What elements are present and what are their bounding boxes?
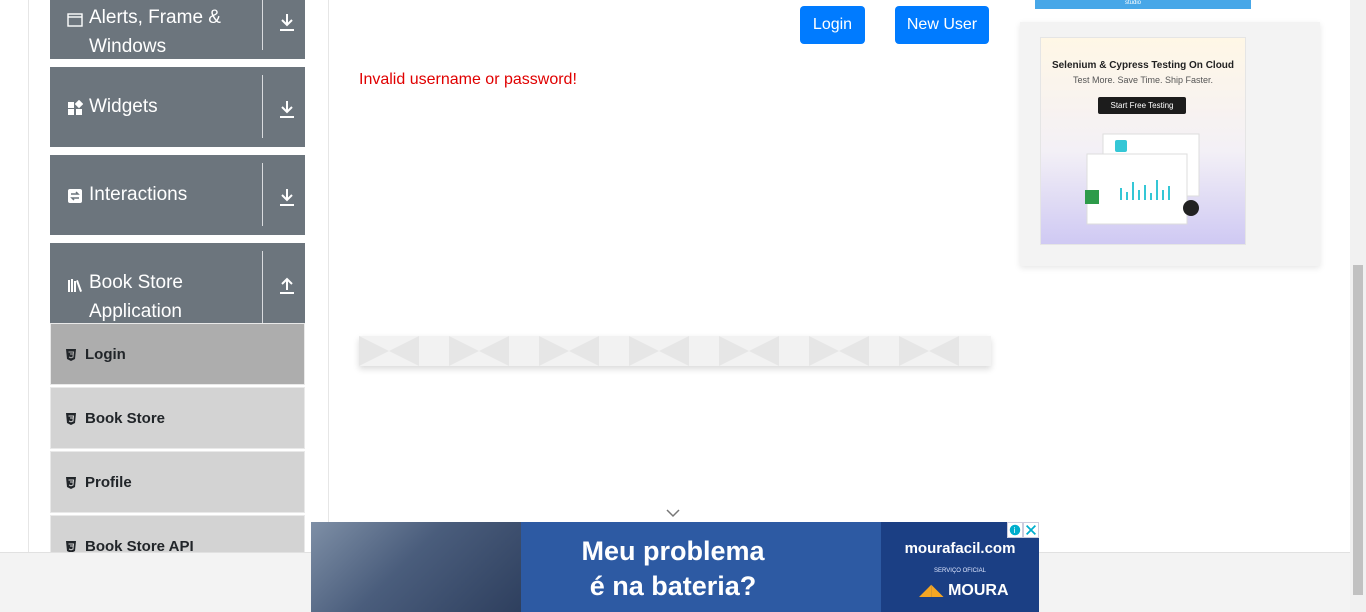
ad-title: Selenium & Cypress Testing On Cloud xyxy=(1051,60,1235,71)
group-header[interactable]: Widgets xyxy=(50,67,262,147)
login-button[interactable]: Login xyxy=(800,6,865,44)
right-ad[interactable]: Selenium & Cypress Testing On Cloud Test… xyxy=(1040,37,1246,245)
sidebar-item-book-store-api[interactable]: Book Store API xyxy=(50,515,305,555)
new-user-button[interactable]: New User xyxy=(895,6,989,44)
ad-photo xyxy=(311,522,521,612)
html5-icon xyxy=(66,413,76,425)
scrollbar-thumb[interactable] xyxy=(1353,265,1363,595)
error-message: Invalid username or password! xyxy=(359,71,577,88)
right-ad-top-banner[interactable]: studio xyxy=(1035,0,1251,9)
ad-cta-button[interactable]: Start Free Testing xyxy=(1098,97,1186,114)
group-title: Widgets xyxy=(89,96,158,117)
ad-headline-line1: Meu problema xyxy=(581,536,765,566)
books-icon xyxy=(68,279,82,292)
moura-logo-text: MOURA xyxy=(948,582,1009,599)
group-title: Book Store Application xyxy=(89,272,183,322)
group-alerts-frame-windows[interactable]: Alerts, Frame & Windows xyxy=(50,0,305,59)
group-divider xyxy=(262,251,263,323)
download-arrow-icon[interactable] xyxy=(278,12,296,32)
svg-text:i: i xyxy=(1014,526,1016,535)
html5-icon xyxy=(66,349,76,361)
group-header[interactable]: Alerts, Frame & Windows xyxy=(50,0,262,59)
moura-logo: ◢◣ MOURA xyxy=(919,582,1009,599)
sidebar-item-label: Book Store xyxy=(85,410,166,427)
group-title: Alerts, Frame & Windows xyxy=(89,7,221,57)
sidebar-item-label: Profile xyxy=(85,474,132,491)
chevron-down-icon[interactable] xyxy=(666,508,680,518)
html5-icon xyxy=(66,477,76,489)
vertical-scrollbar[interactable] xyxy=(1350,0,1366,612)
ad-headline: Meu problema é na bateria? xyxy=(543,534,803,604)
ad-subtitle: Test More. Save Time. Ship Faster. xyxy=(1072,75,1214,85)
download-arrow-icon[interactable] xyxy=(278,187,296,207)
group-divider xyxy=(262,0,263,50)
download-arrow-icon[interactable] xyxy=(278,99,296,119)
sidebar-divider xyxy=(328,0,329,552)
sidebar-item-label: Login xyxy=(85,346,126,363)
group-header[interactable]: Book Store Application xyxy=(50,243,262,323)
group-widgets[interactable]: Widgets xyxy=(50,67,305,147)
dashboard-illustration xyxy=(1085,133,1200,225)
group-header[interactable]: Interactions xyxy=(50,155,262,235)
interactions-icon xyxy=(68,189,82,203)
sidebar-item-login[interactable]: Login xyxy=(50,323,305,385)
group-title: Interactions xyxy=(89,184,188,205)
window-icon xyxy=(67,13,83,27)
sidebar-item-book-store[interactable]: Book Store xyxy=(50,387,305,449)
group-divider xyxy=(262,163,263,226)
close-ad-icon[interactable] xyxy=(1023,522,1039,538)
adchoices-icon[interactable]: i xyxy=(1007,522,1023,538)
group-divider xyxy=(262,75,263,138)
triangle-pattern xyxy=(359,336,959,366)
ad-headline-line2: é na bateria? xyxy=(589,571,757,601)
ad-placeholder-strip xyxy=(359,336,991,366)
group-interactions[interactable]: Interactions xyxy=(50,155,305,235)
sidebar-item-profile[interactable]: Profile xyxy=(50,451,305,513)
ad-brand: mourafacil.com xyxy=(904,540,1016,557)
bottom-ad-banner[interactable]: Meu problema é na bateria? mourafacil.co… xyxy=(311,522,1039,612)
upload-arrow-icon[interactable] xyxy=(278,275,296,295)
left-divider xyxy=(28,0,29,552)
page: Alerts, Frame & Windows Widgets Interact… xyxy=(0,0,1350,612)
top-ad-caption: studio xyxy=(1125,0,1142,6)
ad-small-text: SERVIÇO OFICIAL xyxy=(934,568,986,574)
widgets-icon xyxy=(68,100,83,115)
group-book-store-application[interactable]: Book Store Application xyxy=(50,243,305,323)
